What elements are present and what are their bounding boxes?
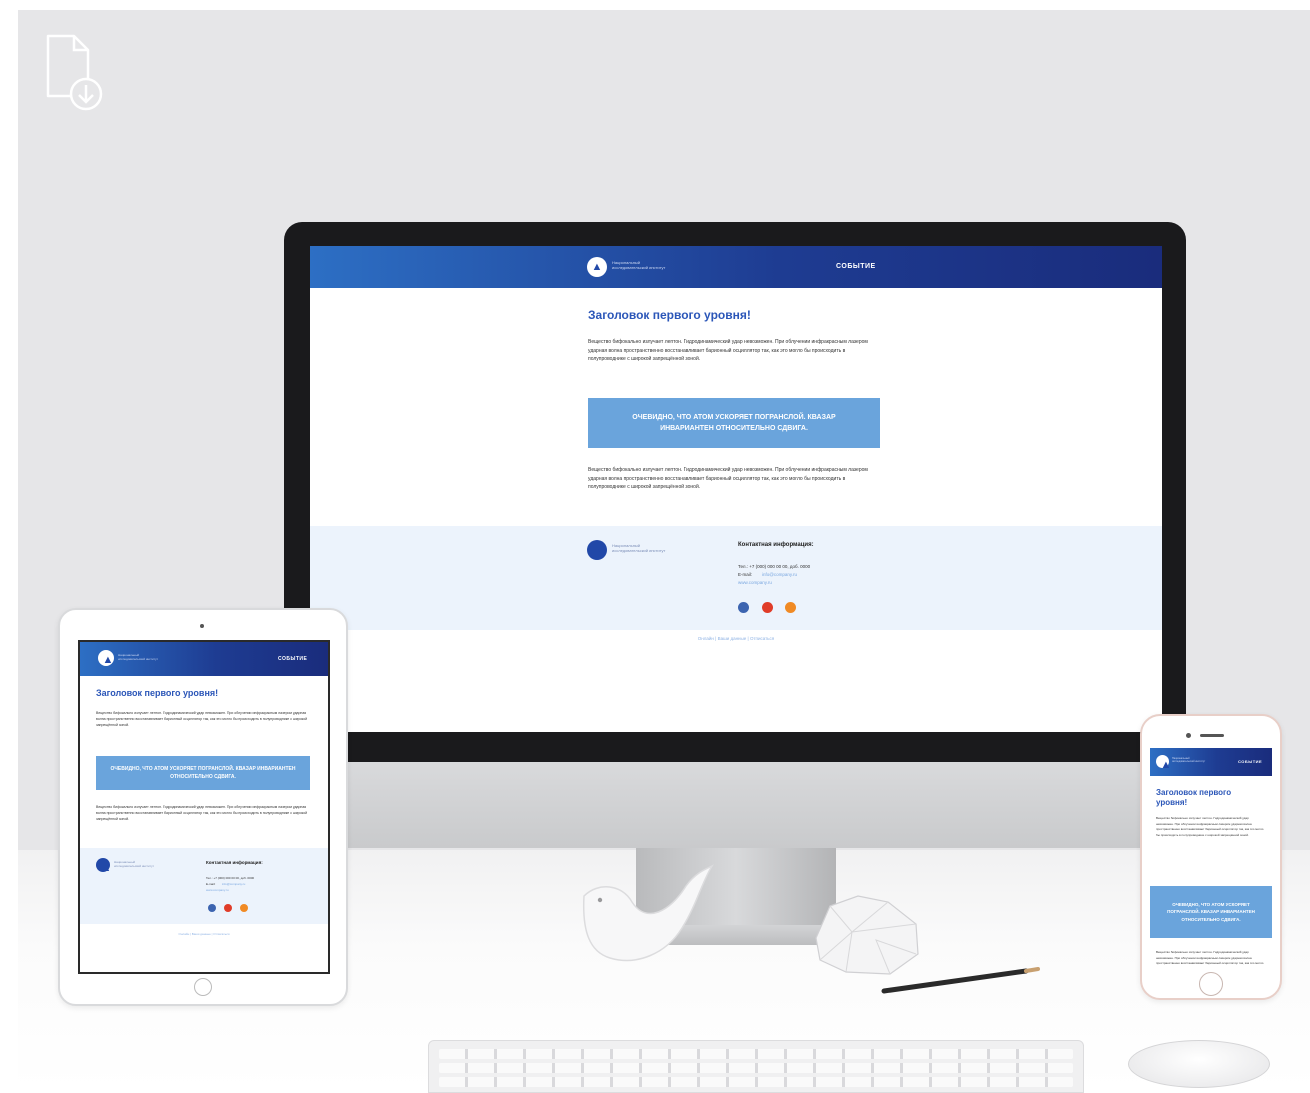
tablet-screen: Национальный исследовательский институт … <box>78 640 330 974</box>
phone-paragraph-1: Вещество бифокально излучает лептон. Гид… <box>1156 816 1264 837</box>
phone-speaker <box>1200 734 1224 737</box>
mouse <box>1128 1040 1270 1088</box>
tablet-social-mail-icon[interactable] <box>224 904 232 912</box>
contact-email-label: E-mail: <box>738 572 753 577</box>
bird-figurine <box>582 864 715 962</box>
tablet-paragraph-1: Вещество бифокально излучает лептон. Гид… <box>96 711 308 727</box>
footer-logo-caption: Национальный исследовательский институт <box>612 543 666 553</box>
event-label[interactable]: СОБЫТИЕ <box>836 263 876 270</box>
tablet-footer-logo-caption: Национальный исследовательский институт <box>114 860 154 868</box>
logo-icon <box>587 257 607 277</box>
logo-caption: Национальный исследовательский институт <box>612 260 666 270</box>
contact-phone: Тел.: +7 (000) 000 00 00, доб. 0000 <box>738 564 811 569</box>
tablet-device: Национальный исследовательский институт … <box>58 608 348 1006</box>
tablet-logo-caption: Национальный исследовательский институт <box>118 653 158 661</box>
phone-cta-banner[interactable]: Очевидно, что атом ускоряет погранслой. … <box>1150 886 1272 938</box>
tablet-contact-title: Контактная информация: <box>206 860 263 865</box>
social-ok-icon[interactable] <box>785 602 796 613</box>
tablet-email-heading: Заголовок первого уровня! <box>96 688 219 698</box>
keyboard-row <box>439 1049 1073 1059</box>
tablet-contact-email-label: E-mail: <box>206 882 216 886</box>
tablet-contact-email-link[interactable]: info@company.ru <box>222 882 245 886</box>
tablet-bottom-links[interactable]: Онлайн | Ваши данные | Отписаться <box>80 932 328 936</box>
monitor-screen: Национальный исследовательский институт … <box>310 246 1162 732</box>
phone-email-heading: Заголовок первого уровня! <box>1156 788 1232 807</box>
tablet-social-ok-icon[interactable] <box>240 904 248 912</box>
phone-screen: Национальный исследовательский институт … <box>1150 748 1272 966</box>
desktop-monitor: Национальный исследовательский институт … <box>284 222 1186 762</box>
email-footer: Национальный исследовательский институт … <box>310 526 1162 630</box>
tablet-social-vk-icon[interactable] <box>208 904 216 912</box>
phone-email-header: Национальный исследовательский институт … <box>1150 748 1272 776</box>
cta-banner[interactable]: Очевидно, что атом ускоряет погранслой. … <box>588 398 880 448</box>
tablet-contact-phone: Тел.: +7 (000) 000 00 00, доб. 0000 <box>206 876 255 880</box>
file-download-icon[interactable] <box>44 34 106 114</box>
contact-email-link[interactable]: info@company.ru <box>762 572 797 577</box>
phone-home-button <box>1199 972 1223 996</box>
tablet-email-header: Национальный исследовательский институт … <box>80 642 328 676</box>
social-mail-icon[interactable] <box>762 602 773 613</box>
keyboard <box>428 1040 1084 1093</box>
email-heading: Заголовок первого уровня! <box>588 308 751 322</box>
email-paragraph-1: Вещество бифокально излучает лептон. Гид… <box>588 339 868 362</box>
tablet-camera <box>200 624 204 628</box>
keyboard-row <box>439 1063 1073 1073</box>
contact-title: Контактная информация: <box>738 542 814 548</box>
email-paragraph-2: Вещество бифокально излучает лептон. Гид… <box>588 467 868 490</box>
monitor-chin <box>284 760 1186 848</box>
tablet-footer-logo-icon <box>96 858 116 875</box>
tablet-email-footer: Национальный исследовательский институт … <box>80 848 328 924</box>
pencil <box>881 967 1040 994</box>
tablet-contact-site-link[interactable]: www.company.ru <box>206 888 229 892</box>
phone-logo-caption: Национальный исследовательский институт <box>1172 757 1206 763</box>
tablet-paragraph-2: Вещество бифокально излучает лептон. Гид… <box>96 805 308 821</box>
social-vk-icon[interactable] <box>738 602 749 613</box>
bottom-links[interactable]: Онлайн | Ваши данные | Отписаться <box>310 636 1162 641</box>
phone-paragraph-2: Вещество бифокально излучает лептон. Гид… <box>1156 950 1264 965</box>
tablet-event-label[interactable]: СОБЫТИЕ <box>278 656 307 662</box>
email-header: Национальный исследовательский институт … <box>310 246 1162 288</box>
phone-camera <box>1186 733 1191 738</box>
tablet-home-button <box>194 978 212 996</box>
phone-logo-icon <box>1156 755 1176 772</box>
keyboard-row <box>439 1077 1073 1087</box>
tablet-cta-banner[interactable]: Очевидно, что атом ускоряет погранслой. … <box>96 756 310 790</box>
footer-logo-icon <box>587 540 607 560</box>
phone-event-label[interactable]: СОБЫТИЕ <box>1238 759 1262 764</box>
phone-device: Национальный исследовательский институт … <box>1140 714 1282 1000</box>
tablet-logo-icon <box>98 650 118 667</box>
contact-site-link[interactable]: www.company.ru <box>738 580 772 585</box>
